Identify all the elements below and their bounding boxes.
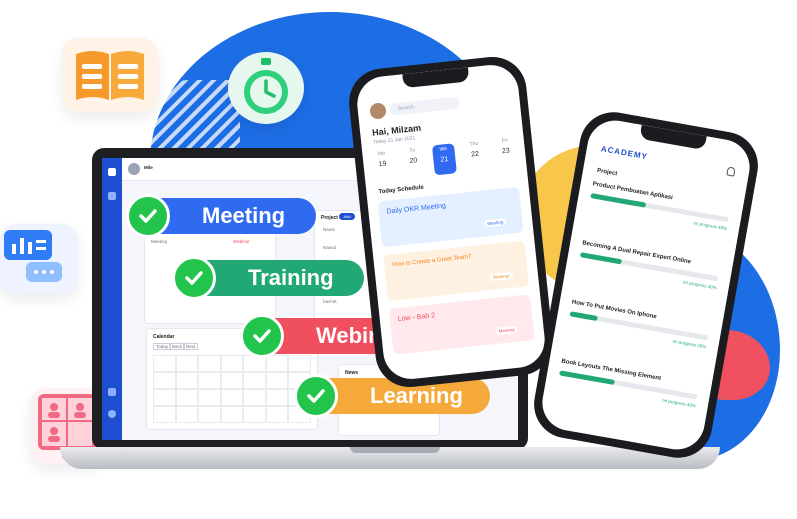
- schedule-card-badge: Meeting: [484, 218, 507, 228]
- chat-chart-icon: [4, 230, 62, 282]
- schedule-card[interactable]: Daily OKR Meeting Meeting: [377, 186, 524, 248]
- check-icon: [294, 374, 338, 418]
- add-button[interactable]: Add: [339, 213, 355, 220]
- schedule-card[interactable]: Low - Bab 2 Meeting: [388, 294, 535, 355]
- calendar-grid: [153, 355, 311, 423]
- phone-schedule-screen: Search... Hai, Milzam Today 21 Jan 2021 …: [354, 62, 548, 382]
- day-cell[interactable]: Fri 23: [494, 137, 519, 169]
- day-cell[interactable]: Tu 20: [401, 147, 426, 179]
- schedule-card-title: Low - Bab 2: [397, 312, 436, 324]
- check-icon: [172, 256, 216, 300]
- windows-icon[interactable]: [108, 388, 116, 396]
- section-title: Project: [596, 167, 618, 178]
- stopwatch-icon: [244, 58, 288, 114]
- bell-icon[interactable]: [726, 166, 736, 177]
- project-item[interactable]: Book Layouts The Missing Element on prog…: [553, 359, 700, 433]
- progress-fill: [569, 311, 598, 322]
- project-panel-title: Project: [321, 215, 338, 221]
- schedule-card-title: Daily OKR Meeting: [386, 202, 447, 216]
- settings-icon[interactable]: [108, 410, 116, 418]
- news-title: News: [345, 370, 359, 376]
- phone-notch: [639, 124, 707, 151]
- schedule-card-badge: Meeting: [495, 325, 518, 335]
- phone-notch: [402, 67, 470, 89]
- project-row: Name: [323, 227, 336, 232]
- schedule-card-title: How to Create a Great Team?: [391, 254, 472, 269]
- project-row: Nasrul: [323, 245, 337, 250]
- webinar-label: Webinar: [233, 239, 250, 244]
- user-name: Mile: [144, 165, 153, 170]
- avatar[interactable]: [369, 102, 387, 120]
- book-tile: [62, 38, 158, 112]
- day-cell[interactable]: Thu 22: [463, 140, 488, 172]
- calendar-title: Calendar: [153, 334, 175, 340]
- meeting-label: Meeting: [151, 239, 168, 244]
- day-cell-selected[interactable]: We 21: [431, 143, 457, 176]
- menu-icon[interactable]: [108, 192, 116, 200]
- check-icon: [126, 194, 170, 238]
- chat-tile: [0, 224, 78, 294]
- brand-logo: ACADEMY: [600, 144, 649, 162]
- phone-schedule: Search... Hai, Milzam Today 21 Jan 2021 …: [345, 53, 557, 391]
- search-placeholder: Search...: [397, 103, 419, 112]
- schedule-title: Today Schedule: [378, 184, 425, 196]
- laptop-notch: [350, 447, 440, 453]
- schedule-card[interactable]: How to Create a Great Team? Webinar: [383, 240, 530, 302]
- check-icon: [240, 314, 284, 358]
- search-input[interactable]: Search...: [389, 96, 461, 116]
- schedule-card-badge: Webinar: [489, 271, 513, 282]
- avatar[interactable]: [128, 163, 140, 175]
- app-sidebar: [102, 158, 122, 440]
- calendar-next-button[interactable]: Next: [183, 343, 199, 350]
- day-cell[interactable]: Mo 19: [370, 150, 395, 182]
- home-icon[interactable]: [108, 168, 116, 176]
- project-row: hachiK.: [323, 299, 339, 304]
- stopwatch-tile: [228, 52, 304, 124]
- book-icon: [76, 51, 144, 100]
